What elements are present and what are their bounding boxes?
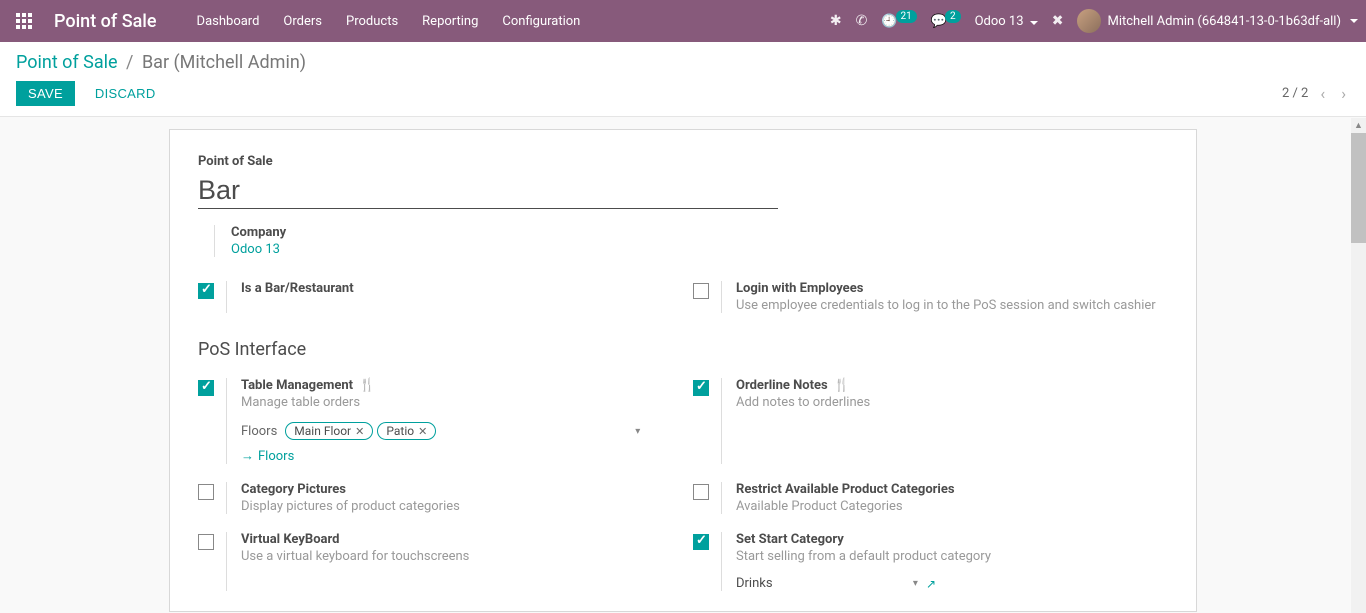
pager-next[interactable]: › [1337, 84, 1350, 103]
nav-configuration[interactable]: Configuration [502, 14, 580, 29]
caret-down-icon [1030, 21, 1038, 25]
setting-login-employees: Login with Employees Use employee creden… [693, 281, 1168, 313]
section-heading: PoS Interface [198, 339, 1168, 360]
scrollbar[interactable]: ▲ [1351, 118, 1366, 613]
nav-products[interactable]: Products [346, 14, 398, 29]
arrow-right-icon: → [241, 448, 254, 464]
checkbox-virtual-keyboard[interactable] [198, 534, 214, 550]
setting-is-bar: Is a Bar/Restaurant [198, 281, 673, 313]
activities-button[interactable]: 🕘 21 [881, 14, 916, 29]
chevron-down-icon[interactable]: ▾ [913, 578, 918, 589]
setting-title: Set Start Category [736, 532, 1168, 547]
company-link[interactable]: Odoo 13 [231, 242, 1168, 257]
setting-title: Orderline Notes 🍴 [736, 378, 1168, 393]
setting-desc: Available Product Categories [736, 499, 1168, 514]
checkbox-start-category[interactable] [693, 534, 709, 550]
nav-orders[interactable]: Orders [283, 14, 322, 29]
start-category-select[interactable]: Drinks ▾ ↗ [736, 576, 936, 591]
checkbox-restrict-categories[interactable] [693, 484, 709, 500]
company-block: Company Odoo 13 [214, 225, 1168, 257]
checkbox-table-management[interactable] [198, 380, 214, 396]
activities-badge: 21 [896, 10, 917, 23]
tag-remove-icon[interactable]: ✕ [418, 425, 427, 438]
pager-text: 2 / 2 [1282, 86, 1308, 101]
discuss-button[interactable]: 💬 2 [931, 14, 961, 29]
setting-virtual-keyboard: Virtual KeyBoard Use a virtual keyboard … [198, 532, 673, 591]
title-label: Point of Sale [198, 154, 1168, 169]
pager-prev[interactable]: ‹ [1316, 84, 1329, 103]
setting-title: Category Pictures [241, 482, 673, 497]
checkbox-login-employees[interactable] [693, 283, 709, 299]
setting-table-management: Table Management 🍴 Manage table orders F… [198, 378, 673, 464]
setting-start-category: Set Start Category Start selling from a … [693, 532, 1168, 591]
save-button[interactable]: SAVE [16, 81, 75, 106]
pos-name-input[interactable] [198, 173, 778, 209]
external-link-icon[interactable]: ↗ [926, 577, 936, 591]
setting-title: Virtual KeyBoard [241, 532, 673, 547]
setting-title: Restrict Available Product Categories [736, 482, 1168, 497]
settings-grid: Is a Bar/Restaurant Login with Employees… [198, 281, 1168, 331]
nav-items: Dashboard Orders Products Reporting Conf… [197, 14, 581, 29]
discuss-badge: 2 [945, 10, 961, 23]
breadcrumb-separator: / [126, 52, 133, 73]
user-menu[interactable]: Mitchell Admin (664841-13-0-1b63df-all) [1077, 9, 1358, 33]
setting-orderline-notes: Orderline Notes 🍴 Add notes to orderline… [693, 378, 1168, 464]
select-value: Drinks [736, 576, 913, 591]
setting-title: Table Management 🍴 [241, 378, 673, 393]
avatar [1077, 9, 1101, 33]
settings-grid-interface: Table Management 🍴 Manage table orders F… [198, 378, 1168, 609]
checkbox-category-pictures[interactable] [198, 484, 214, 500]
floor-tag[interactable]: Main Floor ✕ [285, 422, 373, 440]
tag-remove-icon[interactable]: ✕ [355, 425, 364, 438]
form-sheet: Point of Sale Company Odoo 13 Is a Bar/R… [169, 129, 1197, 612]
pager: 2 / 2 ‹ › [1282, 84, 1350, 103]
setting-restrict-categories: Restrict Available Product Categories Av… [693, 482, 1168, 514]
breadcrumb: Point of Sale / Bar (Mitchell Admin) [16, 52, 1350, 73]
setting-desc: Add notes to orderlines [736, 395, 1168, 410]
app-brand[interactable]: Point of Sale [54, 11, 157, 32]
setting-desc: Manage table orders [241, 395, 673, 410]
topnav-left: Point of Sale Dashboard Orders Products … [8, 11, 580, 32]
setting-title: Is a Bar/Restaurant [241, 281, 673, 296]
setting-category-pictures: Category Pictures Display pictures of pr… [198, 482, 673, 514]
floors-label: Floors [241, 424, 277, 439]
phone-icon[interactable]: ✆ [856, 13, 868, 29]
user-name: Mitchell Admin (664841-13-0-1b63df-all) [1107, 14, 1341, 29]
nav-dashboard[interactable]: Dashboard [197, 14, 260, 29]
control-panel: Point of Sale / Bar (Mitchell Admin) SAV… [0, 42, 1366, 117]
setting-desc: Use employee credentials to log in to th… [736, 298, 1168, 313]
close-icon[interactable]: ✖ [1052, 13, 1064, 29]
setting-desc: Use a virtual keyboard for touchscreens [241, 549, 673, 564]
caret-down-icon [1350, 19, 1358, 23]
breadcrumb-root[interactable]: Point of Sale [16, 52, 118, 73]
utensils-icon: 🍴 [359, 378, 375, 393]
scroll-up-icon[interactable]: ▲ [1351, 118, 1366, 133]
scrollbar-thumb[interactable] [1351, 133, 1366, 243]
checkbox-is-bar[interactable] [198, 283, 214, 299]
chevron-down-icon[interactable]: ▾ [635, 426, 640, 437]
company-label: Company [231, 225, 1168, 240]
floors-link[interactable]: → Floors [241, 448, 673, 464]
apps-icon[interactable] [8, 13, 40, 29]
checkbox-orderline-notes[interactable] [693, 380, 709, 396]
setting-desc: Start selling from a default product cat… [736, 549, 1168, 564]
bug-icon[interactable]: ✱ [830, 13, 842, 29]
setting-desc: Display pictures of product categories [241, 499, 673, 514]
floor-tag[interactable]: Patio ✕ [377, 422, 436, 440]
top-navbar: Point of Sale Dashboard Orders Products … [0, 0, 1366, 42]
database-switcher[interactable]: Odoo 13 [975, 14, 1038, 29]
utensils-icon: 🍴 [834, 378, 850, 393]
setting-title: Login with Employees [736, 281, 1168, 296]
actions-row: SAVE DISCARD 2 / 2 ‹ › [16, 81, 1350, 116]
topnav-right: ✱ ✆ 🕘 21 💬 2 Odoo 13 ✖ Mitchell Admin (6… [830, 9, 1358, 33]
breadcrumb-current: Bar (Mitchell Admin) [142, 52, 306, 73]
nav-reporting[interactable]: Reporting [422, 14, 478, 29]
content-area: Point of Sale Company Odoo 13 Is a Bar/R… [0, 117, 1366, 612]
discard-button[interactable]: DISCARD [83, 81, 168, 106]
floors-tag-row: Floors Main Floor ✕ Patio ✕ ▾ [241, 422, 673, 440]
